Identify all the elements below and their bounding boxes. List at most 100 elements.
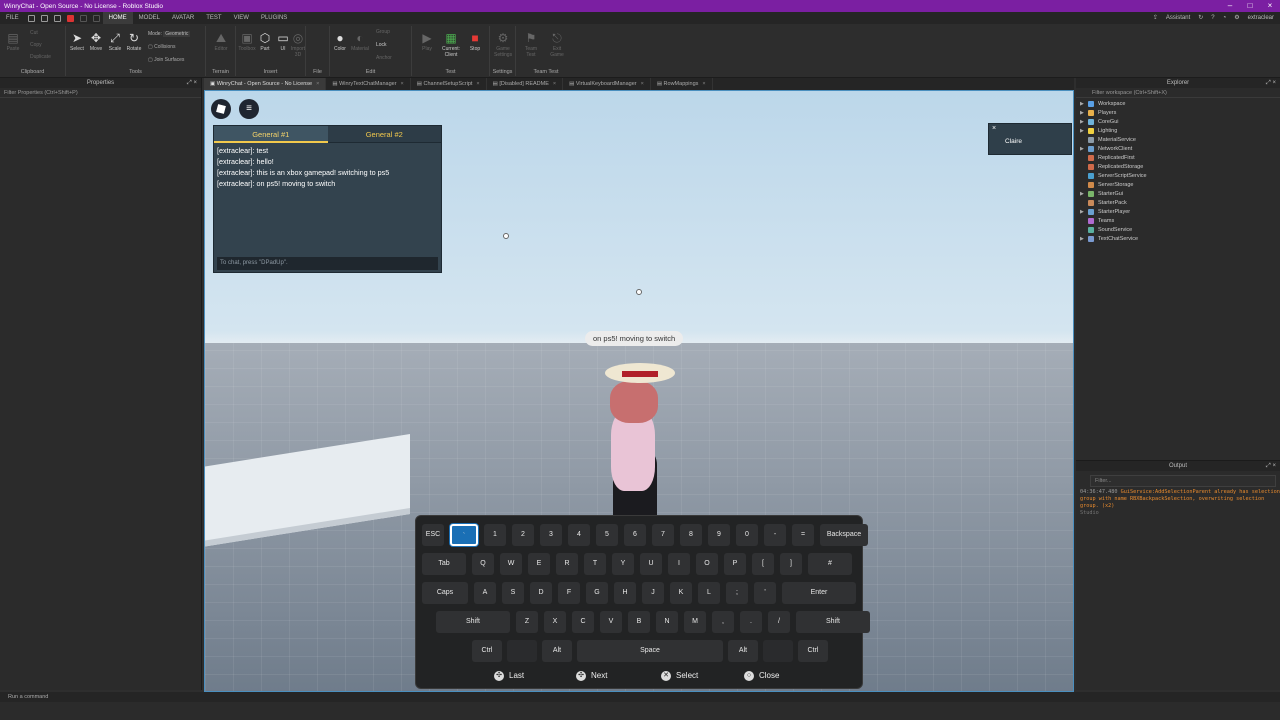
key[interactable]: Caps: [422, 582, 468, 604]
key[interactable]: Backspace: [820, 524, 868, 546]
tab-script[interactable]: ▤ ChannelSetupScript ×: [411, 78, 487, 90]
save-icon[interactable]: [53, 14, 61, 22]
paste-button[interactable]: ▤ Paste: [4, 32, 22, 52]
expand-arrow-icon[interactable]: ▶: [1080, 208, 1084, 217]
tab-close-icon[interactable]: ×: [641, 81, 644, 87]
menu-view[interactable]: VIEW: [228, 12, 255, 24]
key[interactable]: ,: [712, 611, 734, 633]
menu-test[interactable]: TEST: [200, 12, 227, 24]
menu-model[interactable]: MODEL: [133, 12, 166, 24]
panel-close-icon[interactable]: ⤢ ×: [1266, 78, 1276, 88]
tab-script[interactable]: ▤ WinryTextChatManager ×: [326, 78, 411, 90]
key[interactable]: 2: [512, 524, 534, 546]
anchor-button[interactable]: Anchor: [376, 55, 406, 61]
key[interactable]: 8: [680, 524, 702, 546]
key[interactable]: /: [768, 611, 790, 633]
key[interactable]: [507, 640, 537, 662]
key[interactable]: P: [724, 553, 746, 575]
key[interactable]: W: [500, 553, 522, 575]
current-client-button[interactable]: ▦ Current: Client: [438, 32, 464, 58]
output-filter-input[interactable]: Filter...: [1090, 475, 1276, 487]
roblox-menu-button[interactable]: [211, 99, 231, 119]
key[interactable]: 3: [540, 524, 562, 546]
tab-close-icon[interactable]: ×: [553, 81, 556, 87]
part-button[interactable]: ⬡ Part: [256, 32, 274, 52]
key[interactable]: R: [556, 553, 578, 575]
tab-script[interactable]: ▤ VirtualKeyboardManager ×: [563, 78, 651, 90]
refresh-icon[interactable]: ↻: [1198, 12, 1203, 24]
key[interactable]: Y: [612, 553, 634, 575]
expand-arrow-icon[interactable]: ▶: [1080, 145, 1084, 154]
key[interactable]: X: [544, 611, 566, 633]
open-file-icon[interactable]: [40, 14, 48, 22]
key[interactable]: -: [764, 524, 786, 546]
chat-input[interactable]: To chat, press "DPadUp".: [217, 257, 438, 270]
expand-arrow-icon[interactable]: ▶: [1080, 118, 1084, 127]
key[interactable]: K: [670, 582, 692, 604]
tab-close-icon[interactable]: ×: [316, 81, 319, 87]
key[interactable]: T: [584, 553, 606, 575]
key[interactable]: 4: [568, 524, 590, 546]
assistant-button[interactable]: Assistant: [1166, 12, 1190, 24]
panel-close-icon[interactable]: ⤢ ×: [187, 78, 197, 88]
explorer-node[interactable]: ▶ Workspace: [1076, 100, 1280, 109]
panel-close-icon[interactable]: ⤢ ×: [1266, 461, 1276, 471]
key[interactable]: Shift: [796, 611, 870, 633]
key[interactable]: 9: [708, 524, 730, 546]
explorer-node[interactable]: StarterPack: [1076, 199, 1280, 208]
key[interactable]: ;: [726, 582, 748, 604]
tab-close-icon[interactable]: ×: [476, 81, 479, 87]
explorer-node[interactable]: ▶ StarterPlayer: [1076, 208, 1280, 217]
explorer-filter-input[interactable]: Filter workspace (Ctrl+Shift+X): [1076, 88, 1280, 98]
join-surfaces-toggle[interactable]: ▢ Join Surfaces: [148, 57, 184, 63]
key[interactable]: I: [668, 553, 690, 575]
key[interactable]: V: [600, 611, 622, 633]
notifications-icon[interactable]: ◔: [1223, 12, 1227, 24]
key[interactable]: A: [474, 582, 496, 604]
key[interactable]: M: [684, 611, 706, 633]
terrain-editor-button[interactable]: ⛰ Editor: [212, 32, 230, 52]
explorer-node[interactable]: ▶ TextChatService: [1076, 235, 1280, 244]
key[interactable]: B: [628, 611, 650, 633]
tab-place[interactable]: ▣ WinryChat - Open Source - No License ×: [204, 78, 327, 90]
team-test-button[interactable]: ⚑ Team Test: [522, 32, 540, 58]
maximize-icon[interactable]: □: [1240, 0, 1260, 12]
group-button[interactable]: Group: [376, 29, 406, 35]
share-icon[interactable]: ⇪: [1153, 12, 1158, 24]
menu-avatar[interactable]: AVATAR: [166, 12, 200, 24]
player-card-close-icon[interactable]: ×: [992, 125, 996, 132]
settings-icon[interactable]: ⚙: [1234, 12, 1239, 24]
explorer-node[interactable]: ReplicatedFirst: [1076, 154, 1280, 163]
key[interactable]: =: [792, 524, 814, 546]
key[interactable]: Space: [577, 640, 723, 662]
lock-button[interactable]: Lock: [376, 42, 406, 48]
hamburger-menu-button[interactable]: ≡: [239, 99, 259, 119]
select-tool[interactable]: ➤ Select: [68, 32, 86, 52]
tab-close-icon[interactable]: ×: [401, 81, 404, 87]
play-button[interactable]: ▶ Play: [418, 32, 436, 52]
key[interactable]: [763, 640, 793, 662]
explorer-node[interactable]: MaterialService: [1076, 136, 1280, 145]
key[interactable]: U: [640, 553, 662, 575]
menu-file[interactable]: FILE: [0, 12, 25, 24]
key[interactable]: 0: [736, 524, 758, 546]
tab-script[interactable]: ▤ [Disabled] README ×: [487, 78, 564, 90]
material-button[interactable]: ◐ Material: [351, 32, 369, 52]
rotate-tool[interactable]: ↻ Rotate: [125, 32, 143, 52]
tab-script[interactable]: ▤ RowMappings ×: [651, 78, 713, 90]
key[interactable]: O: [696, 553, 718, 575]
key[interactable]: C: [572, 611, 594, 633]
command-bar-input[interactable]: Run a command: [0, 692, 1280, 702]
close-icon[interactable]: ×: [1260, 0, 1280, 12]
new-file-icon[interactable]: [27, 14, 35, 22]
undo-icon[interactable]: [79, 14, 87, 22]
redo-icon[interactable]: [92, 14, 100, 22]
color-button[interactable]: ● Color: [331, 32, 349, 52]
expand-arrow-icon[interactable]: ▶: [1080, 235, 1084, 244]
tab-close-icon[interactable]: ×: [702, 81, 705, 87]
key[interactable]: #: [808, 553, 852, 575]
user-name[interactable]: extraclear: [1248, 12, 1274, 24]
key[interactable]: Q: [472, 553, 494, 575]
import-3d-button[interactable]: ◎ Import 3D: [290, 32, 306, 58]
key[interactable]: Alt: [542, 640, 572, 662]
